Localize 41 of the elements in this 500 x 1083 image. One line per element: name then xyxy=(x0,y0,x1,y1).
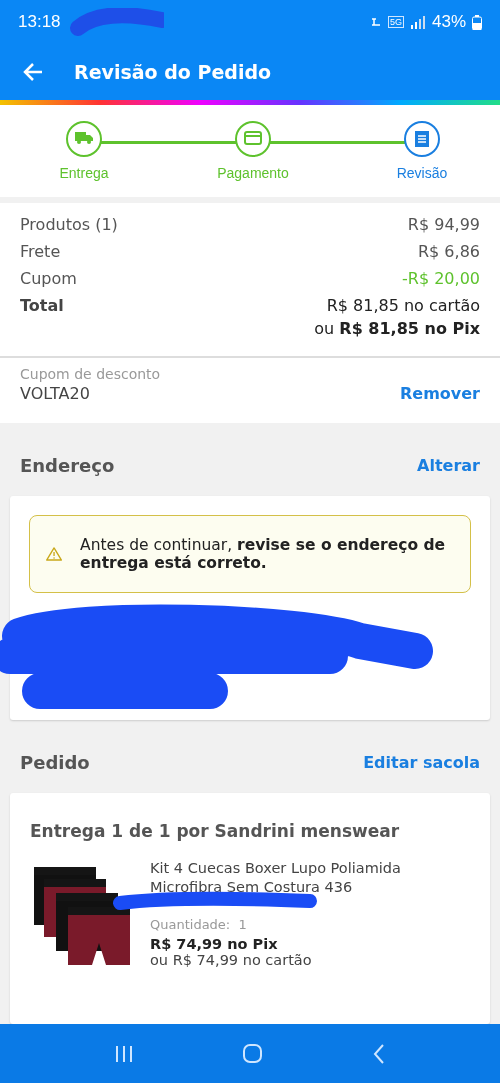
status-time: 13:18 xyxy=(18,12,61,32)
summary-label: Frete xyxy=(20,242,61,261)
step-circle[interactable] xyxy=(66,121,102,157)
step-label: Pagamento xyxy=(217,165,289,181)
section-title: Endereço xyxy=(20,455,115,476)
summary-value: R$ 6,86 xyxy=(418,242,480,261)
step-label: Revisão xyxy=(396,165,448,181)
back-icon[interactable] xyxy=(371,1042,386,1065)
coupon-code: VOLTA20 xyxy=(20,384,91,403)
back-icon[interactable] xyxy=(22,61,44,83)
signal-icon xyxy=(409,15,426,29)
summary-value: -R$ 20,00 xyxy=(402,269,480,288)
card-price: ou R$ 74,99 no cartão xyxy=(150,952,313,968)
battery-percent: 43% xyxy=(431,12,466,32)
edit-bag-link[interactable]: Editar sacola xyxy=(363,753,480,772)
section-title: Pedido xyxy=(20,752,90,773)
pix-total: ou R$ 81,85 no Pix xyxy=(314,319,480,338)
pix-price: R$ 74,99 no Pix xyxy=(150,936,279,952)
product-name: Kit 4 Cuecas Boxer Lupo Poliamida Microfibra Sem Costura 436 xyxy=(150,859,402,897)
total-label: Total xyxy=(20,296,64,317)
coupon-label: Cupom de desconto xyxy=(20,366,161,382)
step-circle[interactable] xyxy=(235,121,271,157)
page-title: Revisão do Pedido xyxy=(74,61,272,83)
truck-icon xyxy=(75,132,93,144)
document-icon xyxy=(415,131,429,147)
summary-value: R$ 94,99 xyxy=(407,215,480,234)
network-type: 5G xyxy=(387,16,404,28)
warning-text: Antes de continuar, revise se o endereço de entrega está correto. xyxy=(80,536,447,572)
step-circle[interactable] xyxy=(404,121,440,157)
recent-apps-icon[interactable] xyxy=(114,1043,133,1064)
remove-link[interactable]: Remover xyxy=(400,384,480,403)
step-label: Entrega xyxy=(59,165,109,181)
battery-icon xyxy=(472,14,482,30)
summary-label: Produtos (1) xyxy=(20,215,118,234)
home-icon[interactable] xyxy=(241,1043,263,1064)
summary-label: Cupom xyxy=(20,269,77,288)
quantity-text: Quantidade: 1 xyxy=(150,917,248,932)
change-link[interactable]: Alterar xyxy=(417,456,480,475)
card-total: R$ 81,85 no cartão xyxy=(326,296,480,315)
shipment-title: Entrega 1 de 1 por Sandrini menswear xyxy=(30,821,401,841)
card-icon xyxy=(244,131,262,145)
